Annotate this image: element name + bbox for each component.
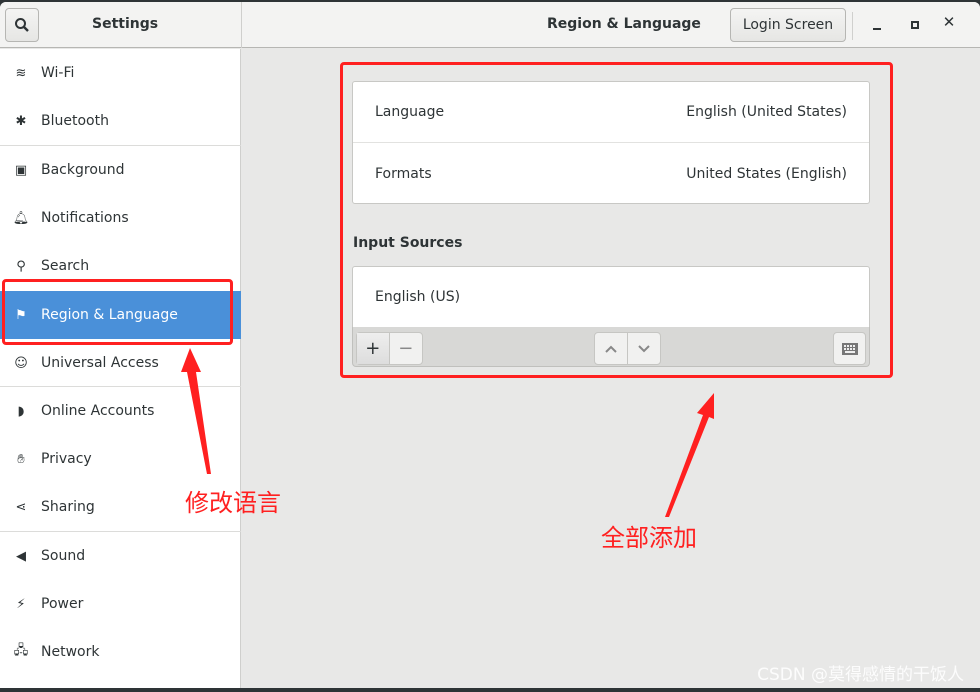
annotation-right: 全部添加 xyxy=(601,524,697,552)
watermark: CSDN @莫得感情的干饭人 xyxy=(757,665,964,685)
arrow-left xyxy=(181,348,211,474)
annotation-arrows xyxy=(181,348,714,517)
arrow-right xyxy=(665,393,714,517)
annotation-left: 修改语言 xyxy=(185,489,281,517)
